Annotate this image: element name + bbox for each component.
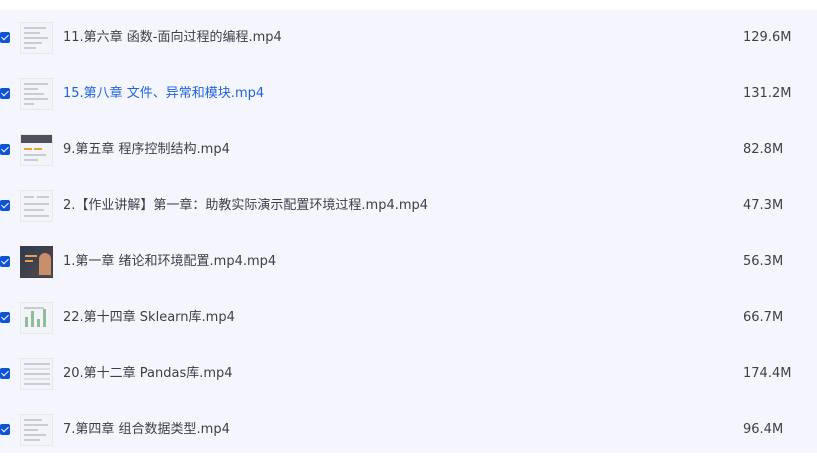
checkbox-checked-icon[interactable] (0, 144, 10, 155)
file-name[interactable]: 7.第四章 组合数据类型.mp4 (63, 402, 230, 458)
file-size: 47.3M (743, 198, 784, 213)
document-thumbnail-icon (20, 22, 53, 54)
document-thumbnail-icon (20, 190, 53, 222)
table-thumbnail-icon (20, 358, 53, 390)
file-row[interactable]: 9.第五章 程序控制结构.mp4 82.8M (0, 122, 817, 178)
file-name[interactable]: 15.第八章 文件、异常和模块.mp4 (63, 66, 264, 122)
file-row[interactable]: 2.【作业讲解】第一章：助教实际演示配置环境过程.mp4.mp4 47.3M (0, 178, 817, 234)
file-name[interactable]: 20.第十二章 Pandas库.mp4 (63, 346, 233, 402)
file-size: 174.4M (743, 366, 792, 381)
file-name[interactable]: 22.第十四章 Sklearn库.mp4 (63, 290, 235, 346)
checkbox-checked-icon[interactable] (0, 368, 10, 379)
file-row[interactable]: 11.第六章 函数-面向过程的编程.mp4 129.6M (0, 10, 817, 66)
file-size: 96.4M (743, 422, 784, 437)
video-thumbnail-icon (20, 246, 53, 278)
file-row[interactable]: 22.第十四章 Sklearn库.mp4 66.7M (0, 290, 817, 346)
file-row[interactable]: 20.第十二章 Pandas库.mp4 174.4M (0, 346, 817, 402)
checkbox-checked-icon[interactable] (0, 200, 10, 211)
file-name[interactable]: 11.第六章 函数-面向过程的编程.mp4 (63, 10, 282, 66)
slide-thumbnail-icon (20, 134, 53, 166)
checkbox-checked-icon[interactable] (0, 88, 10, 99)
document-thumbnail-icon (20, 78, 53, 110)
file-row[interactable]: 7.第四章 组合数据类型.mp4 96.4M (0, 402, 817, 458)
file-name[interactable]: 1.第一章 绪论和环境配置.mp4.mp4 (63, 234, 276, 290)
document-thumbnail-icon (20, 414, 53, 446)
file-size: 131.2M (743, 86, 792, 101)
file-list: 11.第六章 函数-面向过程的编程.mp4 129.6M 15.第八章 文件、异… (0, 10, 817, 453)
chart-thumbnail-icon (20, 302, 53, 334)
file-size: 82.8M (743, 142, 784, 157)
file-size: 66.7M (743, 310, 784, 325)
checkbox-checked-icon[interactable] (0, 32, 10, 43)
file-name[interactable]: 2.【作业讲解】第一章：助教实际演示配置环境过程.mp4.mp4 (63, 178, 428, 234)
checkbox-checked-icon[interactable] (0, 424, 10, 435)
checkbox-checked-icon[interactable] (0, 312, 10, 323)
file-row[interactable]: 15.第八章 文件、异常和模块.mp4 131.2M (0, 66, 817, 122)
file-name[interactable]: 9.第五章 程序控制结构.mp4 (63, 122, 230, 178)
file-size: 129.6M (743, 30, 792, 45)
checkbox-checked-icon[interactable] (0, 256, 10, 267)
file-row[interactable]: 1.第一章 绪论和环境配置.mp4.mp4 56.3M (0, 234, 817, 290)
file-size: 56.3M (743, 254, 784, 269)
